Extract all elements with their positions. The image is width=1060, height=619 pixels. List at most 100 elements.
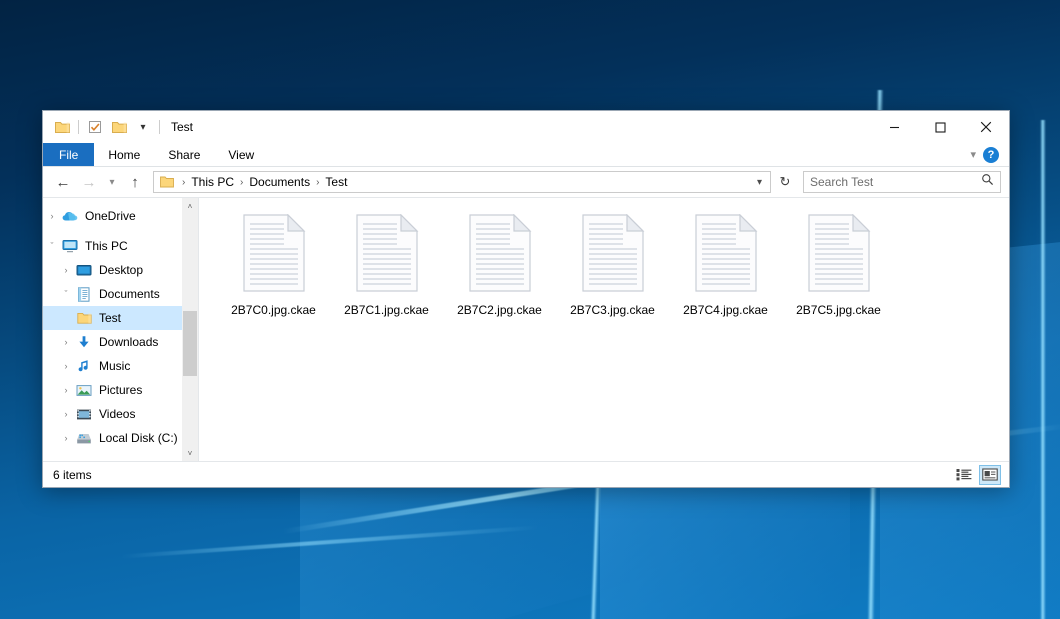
breadcrumb-folder-icon: [160, 176, 174, 188]
chevron-right-icon[interactable]: ›: [57, 385, 75, 395]
generic-file-icon: [807, 214, 871, 297]
maximize-button[interactable]: [917, 111, 963, 143]
file-item[interactable]: 2B7C4.jpg.ckae: [669, 212, 782, 330]
tab-view[interactable]: View: [214, 143, 268, 166]
file-item[interactable]: 2B7C5.jpg.ckae: [782, 212, 895, 330]
desktop-icon: [75, 264, 93, 277]
address-bar[interactable]: › This PC › Documents › Test ▾: [153, 171, 771, 193]
sidebar-item-label: Desktop: [99, 263, 143, 277]
recent-locations-button[interactable]: ▾: [103, 170, 121, 194]
search-input[interactable]: [810, 175, 981, 189]
sidebar-item-label: This PC: [85, 239, 128, 253]
forward-button: →: [77, 170, 101, 194]
desktop: ▾ Test File Home Share View: [0, 0, 1060, 619]
refresh-button[interactable]: ↻: [773, 170, 797, 194]
file-item[interactable]: 2B7C1.jpg.ckae: [330, 212, 443, 330]
file-item[interactable]: 2B7C3.jpg.ckae: [556, 212, 669, 330]
sidebar-item-test[interactable]: Test: [43, 306, 198, 330]
breadcrumb-test[interactable]: Test: [323, 175, 349, 189]
breadcrumb-this-pc[interactable]: This PC: [189, 175, 236, 189]
large-icons-view-button[interactable]: [979, 465, 1001, 485]
chevron-down-icon[interactable]: ▾: [132, 116, 154, 138]
address-bar-row: ← → ▾ ↑ › This PC › Documents › Test ▾: [43, 167, 1009, 197]
details-view-button[interactable]: [953, 465, 975, 485]
file-name-label: 2B7C0.jpg.ckae: [231, 303, 316, 317]
window-title: Test: [171, 120, 193, 134]
music-icon: [75, 359, 93, 373]
scroll-down-button[interactable]: ˅: [182, 445, 198, 461]
chevron-down-icon[interactable]: ˇ: [43, 241, 61, 251]
generic-file-icon: [242, 214, 306, 297]
file-item[interactable]: 2B7C2.jpg.ckae: [443, 212, 556, 330]
sidebar-item-this-pc[interactable]: ˇ This PC: [43, 234, 198, 258]
sidebar-item-label: Music: [99, 359, 130, 373]
scroll-up-button[interactable]: ˄: [182, 198, 198, 214]
chevron-right-icon[interactable]: ›: [57, 409, 75, 419]
sidebar-item-label: OneDrive: [85, 209, 136, 223]
qat-separator-2: [159, 120, 160, 134]
scrollbar-track[interactable]: [182, 214, 198, 445]
file-explorer-window: ▾ Test File Home Share View: [42, 110, 1010, 488]
sidebar-item-videos[interactable]: › Videos: [43, 402, 198, 426]
tab-share[interactable]: Share: [154, 143, 214, 166]
scrollbar-thumb[interactable]: [183, 311, 197, 376]
sidebar-item-onedrive[interactable]: › OneDrive: [43, 204, 198, 228]
address-controls: ▾: [753, 177, 766, 188]
ribbon-collapse-chevron-icon[interactable]: ▾: [970, 148, 976, 161]
properties-icon[interactable]: [84, 116, 106, 138]
folder-icon: [75, 312, 93, 325]
breadcrumb-documents[interactable]: Documents: [247, 175, 312, 189]
ribbon-tab-bar: File Home Share View ▾ ?: [43, 143, 1009, 167]
videos-icon: [75, 408, 93, 421]
address-dropdown-icon[interactable]: ▾: [753, 177, 766, 188]
help-icon[interactable]: ?: [983, 147, 999, 163]
chevron-right-icon[interactable]: ›: [57, 433, 75, 443]
sidebar-item-label: Pictures: [99, 383, 142, 397]
generic-file-icon: [468, 214, 532, 297]
breadcrumb-separator-1[interactable]: ›: [236, 177, 247, 188]
tab-file[interactable]: File: [43, 143, 94, 166]
new-folder-icon[interactable]: [108, 116, 130, 138]
generic-file-icon: [355, 214, 419, 297]
search-box[interactable]: [803, 171, 1001, 193]
file-list-view[interactable]: 2B7C0.jpg.ckae 2B7C1.jpg.ckae: [199, 198, 1009, 461]
chevron-right-icon[interactable]: ›: [57, 337, 75, 347]
chevron-right-icon[interactable]: ›: [43, 211, 61, 221]
sidebar-item-label: Test: [99, 311, 121, 325]
breadcrumb-separator-2[interactable]: ›: [312, 177, 323, 188]
title-bar: ▾ Test: [43, 111, 1009, 143]
pictures-icon: [75, 384, 93, 397]
monitor-icon: [61, 239, 79, 253]
view-toggle-group: [953, 465, 1001, 485]
search-icon[interactable]: [981, 173, 994, 191]
chevron-down-icon[interactable]: ˇ: [57, 289, 75, 299]
close-button[interactable]: [963, 111, 1009, 143]
chevron-right-icon[interactable]: ›: [57, 265, 75, 275]
generic-file-icon: [694, 214, 758, 297]
minimize-button[interactable]: [871, 111, 917, 143]
documents-icon: [75, 287, 93, 302]
file-item[interactable]: 2B7C0.jpg.ckae: [217, 212, 330, 330]
item-count-label: 6 items: [53, 468, 92, 482]
sidebar-item-music[interactable]: › Music: [43, 354, 198, 378]
sidebar-item-label: Local Disk (C:): [99, 431, 178, 445]
sidebar-item-pictures[interactable]: › Pictures: [43, 378, 198, 402]
tab-home[interactable]: Home: [94, 143, 154, 166]
quick-access-toolbar: ▾: [43, 116, 163, 138]
file-name-label: 2B7C2.jpg.ckae: [457, 303, 542, 317]
file-name-label: 2B7C1.jpg.ckae: [344, 303, 429, 317]
sidebar-item-desktop[interactable]: › Desktop: [43, 258, 198, 282]
file-name-label: 2B7C4.jpg.ckae: [683, 303, 768, 317]
folder-icon[interactable]: [51, 116, 73, 138]
chevron-right-icon[interactable]: ›: [57, 361, 75, 371]
sidebar-item-documents[interactable]: ˇ Documents: [43, 282, 198, 306]
sidebar-item-local-disk-c[interactable]: › Local Disk (C:): [43, 426, 198, 450]
back-button[interactable]: ←: [51, 170, 75, 194]
harddisk-icon: [75, 432, 93, 445]
sidebar-item-label: Downloads: [99, 335, 158, 349]
sidebar-item-downloads[interactable]: › Downloads: [43, 330, 198, 354]
wallpaper-beam-vertical-3: [1040, 120, 1046, 619]
sidebar-item-label: Documents: [99, 287, 160, 301]
navigation-pane-scrollbar[interactable]: ˄ ˅: [182, 198, 198, 461]
up-button[interactable]: ↑: [123, 170, 147, 194]
